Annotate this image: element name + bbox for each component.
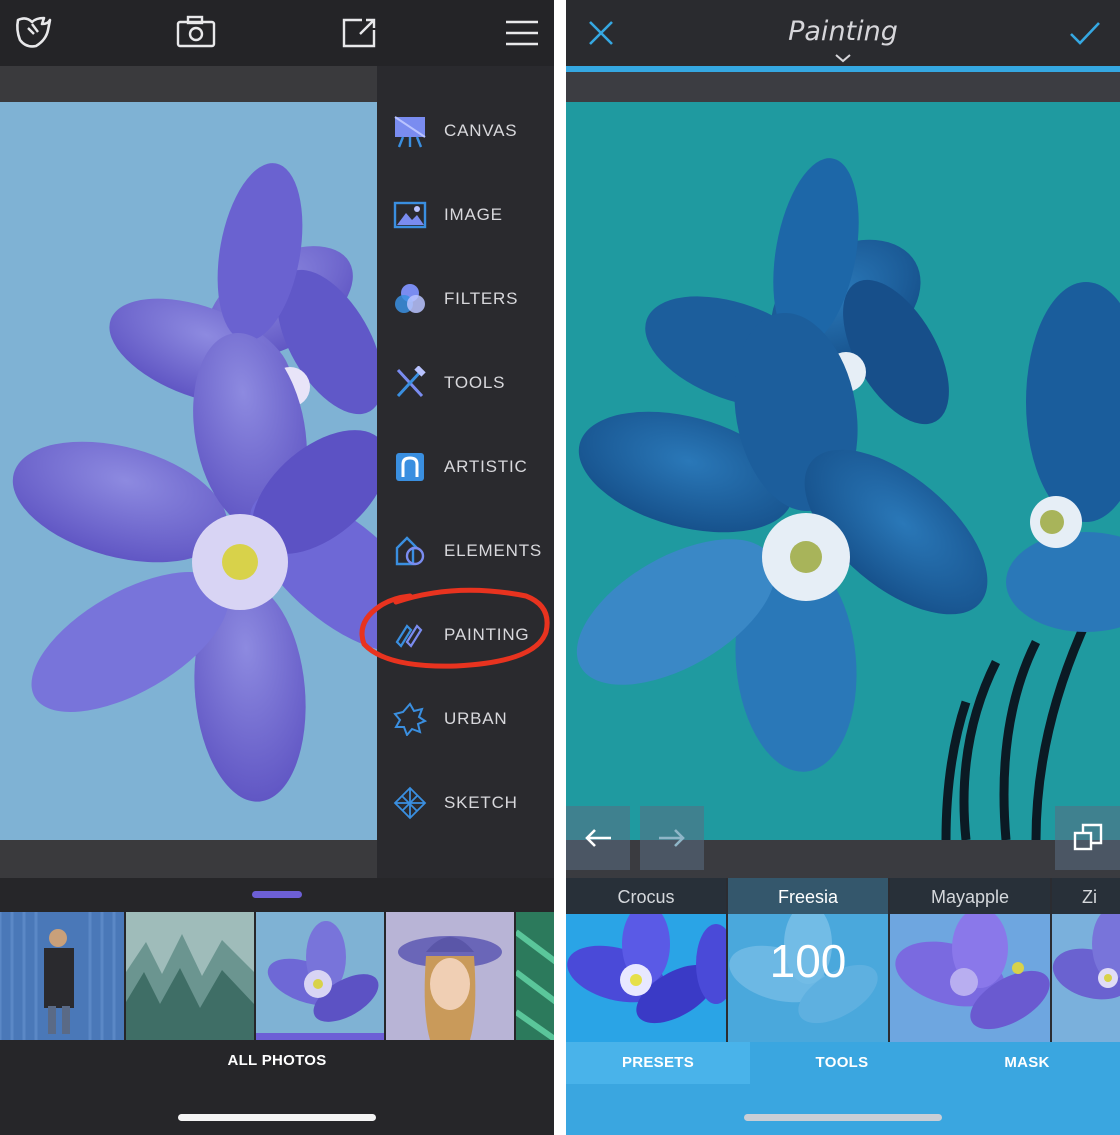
- menu-item-label: CANVAS: [444, 121, 518, 140]
- checkmark-icon[interactable]: [1068, 18, 1102, 48]
- photo-thumb-flower[interactable]: [256, 912, 384, 1040]
- home-indicator[interactable]: [178, 1114, 376, 1121]
- photo-drawer-handle[interactable]: [252, 891, 302, 898]
- menu-item-filters[interactable]: FILTERS: [377, 257, 554, 341]
- menu-item-tools[interactable]: TOOLS: [377, 341, 554, 425]
- photo-thumb-woman[interactable]: [386, 912, 514, 1040]
- camera-icon[interactable]: [174, 12, 218, 54]
- preset-label: Crocus: [566, 878, 726, 914]
- preset-intensity-value[interactable]: 100: [728, 934, 888, 988]
- preset-crocus[interactable]: Crocus: [566, 878, 726, 1042]
- menu-item-label: SKETCH: [444, 793, 518, 812]
- arrow-right-icon: [659, 829, 685, 847]
- right-bottom-area: [566, 1084, 1120, 1135]
- tools-icon: [393, 365, 427, 400]
- menu-item-label: IMAGE: [444, 205, 503, 224]
- urban-icon: [393, 702, 428, 737]
- menu-item-label: TOOLS: [444, 373, 506, 392]
- undo-button[interactable]: [566, 806, 630, 870]
- preset-label: Mayapple: [890, 878, 1050, 914]
- photo-thumb-forest[interactable]: [126, 912, 254, 1040]
- painting-header: Painting: [566, 0, 1120, 66]
- bottom-tab-bar: PRESETS TOOLS MASK: [566, 1042, 1120, 1084]
- hamburger-menu-icon[interactable]: [500, 12, 544, 54]
- image-icon: [393, 198, 427, 232]
- chevron-down-icon[interactable]: [834, 50, 852, 63]
- preset-carousel: Crocus Freesia 100 Mayapple Zi: [566, 878, 1120, 1042]
- sketch-icon: [393, 786, 427, 820]
- menu-item-sketch[interactable]: SKETCH: [377, 761, 554, 845]
- painted-right-flower: [1006, 282, 1120, 632]
- photo-thumb-man[interactable]: [0, 912, 124, 1040]
- effects-menu: CANVAS IMAGE FILTERS TOOLS ARTISTIC ELEM…: [377, 66, 554, 878]
- artistic-icon: [393, 450, 427, 484]
- menu-item-canvas[interactable]: CANVAS: [377, 89, 554, 173]
- preset-mayapple-thumbnail: [890, 908, 1050, 1042]
- tab-mask[interactable]: MASK: [934, 1042, 1120, 1084]
- redo-button[interactable]: [640, 806, 704, 870]
- left-screen: CANVAS IMAGE FILTERS TOOLS ARTISTIC ELEM…: [0, 0, 554, 1135]
- header-divider: [566, 72, 1120, 102]
- canvas-easel-icon: [393, 114, 427, 148]
- compare-button[interactable]: [1055, 806, 1120, 870]
- left-toolbar: [0, 0, 554, 66]
- painted-front-flower: [576, 312, 988, 772]
- preset-partial-thumbnail: [1052, 908, 1120, 1042]
- menu-item-label: URBAN: [444, 709, 508, 728]
- arrow-left-icon: [585, 829, 611, 847]
- preset-crocus-thumbnail: [566, 904, 726, 1042]
- menu-item-image[interactable]: IMAGE: [377, 173, 554, 257]
- preset-partial[interactable]: Zi: [1052, 878, 1120, 1042]
- right-screen: Painting Crocus Freesia 100 Mayapple Zi …: [566, 0, 1120, 1135]
- all-photos-label[interactable]: ALL PHOTOS: [0, 1052, 554, 1069]
- photo-thumb-leaves[interactable]: [516, 912, 554, 1040]
- logo-icon[interactable]: [12, 12, 56, 54]
- menu-item-artistic[interactable]: ARTISTIC: [377, 425, 554, 509]
- preset-freesia[interactable]: Freesia 100: [728, 878, 888, 1042]
- preset-label: Zi: [1052, 878, 1120, 914]
- menu-item-label: ARTISTIC: [444, 457, 528, 476]
- menu-item-urban[interactable]: URBAN: [377, 677, 554, 761]
- compare-icon: [1073, 823, 1102, 851]
- tab-tools[interactable]: TOOLS: [750, 1042, 934, 1084]
- home-indicator[interactable]: [744, 1114, 942, 1121]
- tab-presets[interactable]: PRESETS: [566, 1042, 750, 1084]
- share-icon[interactable]: [338, 12, 382, 54]
- menu-item-label: ELEMENTS: [444, 541, 543, 560]
- preset-label: Freesia: [728, 878, 888, 914]
- menu-item-elements[interactable]: ELEMENTS: [377, 509, 554, 593]
- filters-icon: [393, 282, 427, 316]
- photo-strip: [0, 912, 554, 1040]
- highlight-circle: [356, 586, 552, 670]
- elements-icon: [393, 534, 427, 568]
- preset-mayapple[interactable]: Mayapple: [890, 878, 1050, 1042]
- painting-preview-canvas[interactable]: [566, 102, 1120, 840]
- menu-item-label: FILTERS: [444, 289, 519, 308]
- page-title[interactable]: Painting: [566, 16, 1120, 47]
